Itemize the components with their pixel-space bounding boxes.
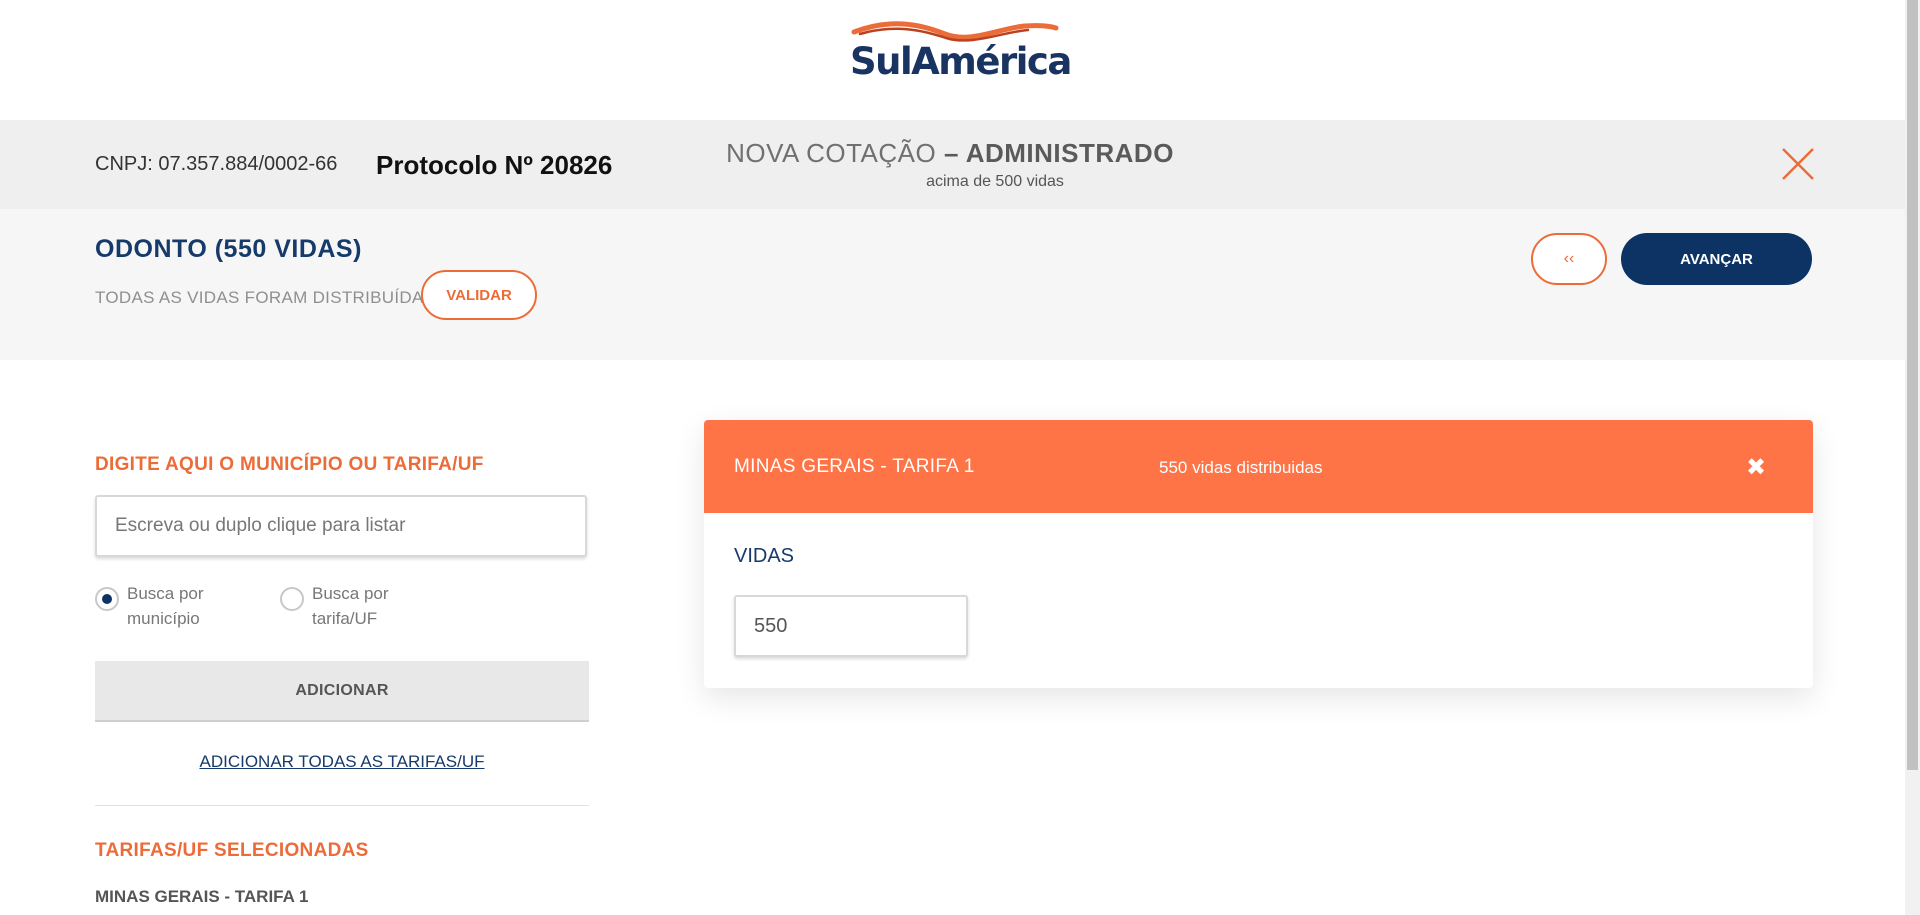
protocol-bar: CNPJ: 07.357.884/0002-66 Protocolo Nº 20… [0,120,1905,209]
distribution-status: TODAS AS VIDAS FORAM DISTRIBUÍDAS [95,288,436,307]
adicionar-todas-link[interactable]: ADICIONAR TODAS AS TARIFAS/UF [95,752,589,772]
product-heading: ODONTO (550 VIDAS) [95,235,362,263]
avancar-button[interactable]: AVANÇAR [1621,233,1812,285]
vertical-scrollbar[interactable] [1905,0,1920,915]
divider [95,805,589,806]
selected-tarifas-label: TARIFAS/UF SELECIONADAS [95,840,369,861]
logo-header: SulAmérica [0,0,1905,120]
search-label: DIGITE AQUI O MUNICÍPIO OU TARIFA/UF [95,454,484,475]
adicionar-button[interactable]: ADICIONAR [95,661,589,722]
radio-busca-tarifa[interactable]: Busca por tarifa/UF [280,581,412,631]
page-title: NOVA COTAÇÃO – ADMINISTRADO acima de 500… [700,138,1200,191]
distributed-count: 550 vidas distribuidas [1159,458,1323,477]
radio-checked-icon[interactable] [95,587,119,611]
tarifa-card-title: MINAS GERAIS - TARIFA 1 [734,456,975,477]
back-button[interactable]: ‹‹ [1531,233,1607,285]
vidas-label: VIDAS [734,545,795,567]
selected-tarifa-item[interactable]: MINAS GERAIS - TARIFA 1 [95,887,308,907]
radio-label: Busca por município [127,584,204,628]
title-light: NOVA COTAÇÃO [726,138,937,168]
search-input[interactable] [95,495,587,557]
radio-busca-municipio[interactable]: Busca por município [95,581,227,631]
radio-unchecked-icon[interactable] [280,587,304,611]
tarifa-card: MINAS GERAIS - TARIFA 1 550 vidas distri… [704,420,1813,688]
logo-wordmark: SulAmérica [850,40,1072,83]
page-subtitle: acima de 500 vidas [926,173,1064,190]
protocol-number: Protocolo Nº 20826 [376,150,613,180]
title-bold: – ADMINISTRADO [943,138,1174,168]
sulamerica-logo[interactable]: SulAmérica [850,18,1072,83]
validar-button[interactable]: VALIDAR [421,270,537,320]
vidas-input[interactable] [734,595,968,657]
radio-label: Busca por tarifa/UF [312,584,389,628]
close-x-icon[interactable] [1780,146,1816,182]
scrollbar-thumb[interactable] [1907,0,1918,770]
product-section: ODONTO (550 VIDAS) TODAS AS VIDAS FORAM … [0,209,1905,360]
cnpj-text: CNPJ: 07.357.884/0002-66 [95,153,338,175]
close-icon[interactable]: ✖ [1746,453,1766,482]
tarifa-card-header: MINAS GERAIS - TARIFA 1 550 vidas distri… [704,420,1813,513]
